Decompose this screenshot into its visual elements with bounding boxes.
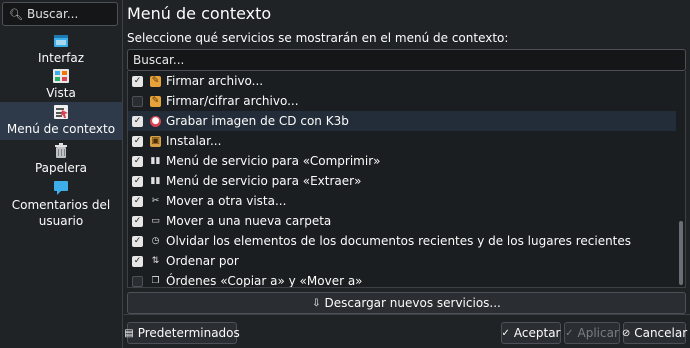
encrypt-icon: ✎ — [150, 95, 161, 107]
checkbox[interactable] — [132, 275, 143, 287]
k3b-disc-icon: ● — [150, 115, 161, 127]
sidebar-item-interfaz[interactable]: Interfaz — [0, 31, 122, 65]
list-item-label: Ordenar por — [166, 254, 239, 268]
sidebar-item-label: Papelera — [34, 161, 88, 175]
list-item-label: Menú de servicio para «Extraer» — [166, 174, 362, 188]
trash-icon — [53, 143, 69, 159]
check-icon: ✓ — [565, 327, 574, 339]
description-label: Seleccione qué servicios se mostrarán en… — [127, 31, 509, 45]
install-package-icon: ▣ — [150, 135, 161, 147]
defaults-label: Predeterminados — [137, 326, 240, 340]
search-icon: 🔍︎ — [9, 7, 23, 21]
list-item[interactable]: ✓ ▭ Mover a una nueva carpeta — [128, 211, 676, 231]
folder-window-icon — [53, 33, 69, 49]
context-menu-icon — [53, 104, 69, 120]
list-item[interactable]: ✓ ● Grabar imagen de CD con K3b — [128, 111, 676, 131]
apply-label: Aplicar — [577, 326, 619, 340]
cut-icon: ✂ — [151, 196, 160, 206]
view-grid-icon — [53, 68, 69, 84]
sidebar-item-vista[interactable]: Vista — [0, 66, 122, 102]
list-item[interactable]: ✓ ▮▮ Menú de servicio para «Extraer» — [128, 171, 676, 191]
page-title: Menú de contexto — [127, 4, 272, 23]
sidebar-search-field[interactable]: 🔍︎ — [2, 2, 118, 26]
apply-button[interactable]: ✓ Aplicar — [564, 322, 620, 344]
sidebar-item-menu-de-contexto[interactable]: Menú de contexto — [0, 102, 122, 140]
list-item[interactable]: ✓ ▮▮ Menú de servicio para «Comprimir» — [128, 151, 676, 171]
scrollbar[interactable] — [679, 221, 683, 285]
download-icon: ⇩ — [312, 297, 321, 309]
list-item[interactable]: ✓ ⇅ Ordenar por — [128, 251, 676, 271]
sidebar-item-papelera[interactable]: Papelera — [0, 141, 122, 177]
cancel-icon: ⊘ — [621, 327, 631, 339]
list-item[interactable]: ✓ ✎ Firmar archivo... — [128, 71, 676, 91]
list-item[interactable]: ✓ ▣ Instalar... — [128, 131, 676, 151]
list-item[interactable]: ❐ Órdenes «Copiar a» y «Mover a» — [128, 271, 676, 288]
sort-icon: ⇅ — [151, 256, 160, 266]
service-list: ✓ ✎ Firmar archivo... ✎ Firmar/cifrar ar… — [127, 71, 686, 288]
sidebar-item-label: Vista — [46, 86, 76, 100]
document-defaults-icon: ▤ — [124, 327, 134, 339]
service-filter-input[interactable] — [128, 50, 668, 70]
checkbox[interactable]: ✓ — [132, 75, 143, 87]
checkbox[interactable] — [132, 95, 143, 107]
sidebar-item-comentarios[interactable]: Comentarios del usuario — [0, 178, 122, 230]
sidebar-item-label: Menú de contexto — [6, 122, 116, 136]
download-services-label: Descargar nuevos servicios... — [324, 296, 501, 310]
copy-icon: ❐ — [151, 276, 160, 286]
list-item-label: Mover a otra vista... — [166, 194, 287, 208]
divider — [124, 314, 690, 315]
sidebar-search-input[interactable] — [26, 7, 117, 21]
sidebar-item-label: Comentarios del usuario — [11, 198, 111, 228]
list-item[interactable]: ✓ ◷ Olvidar los elementos de los documen… — [128, 231, 676, 251]
ok-label: Aceptar — [513, 326, 561, 340]
cancel-button[interactable]: ⊘ Cancelar — [621, 322, 688, 344]
list-item-label: Olvidar los elementos de los documentos … — [166, 234, 632, 248]
checkbox[interactable]: ✓ — [132, 215, 143, 227]
list-item-label: Instalar... — [166, 134, 222, 148]
check-icon: ✓ — [501, 327, 510, 339]
list-item-label: Menú de servicio para «Comprimir» — [166, 154, 381, 168]
sidebar-item-label: Interfaz — [37, 51, 85, 65]
checkbox[interactable]: ✓ — [132, 235, 143, 247]
checkbox[interactable]: ✓ — [132, 135, 143, 147]
list-item-label: Mover a una nueva carpeta — [166, 214, 332, 228]
ok-button[interactable]: ✓ Aceptar — [501, 322, 561, 344]
sign-icon: ✎ — [150, 75, 161, 87]
checkbox[interactable]: ✓ — [132, 195, 143, 207]
checkbox[interactable]: ✓ — [132, 115, 143, 127]
list-item[interactable]: ✎ Firmar/cifrar archivo... — [128, 91, 676, 111]
checkbox[interactable]: ✓ — [132, 255, 143, 267]
archive-compress-icon: ▮▮ — [150, 156, 161, 166]
checkbox[interactable]: ✓ — [132, 175, 143, 187]
service-filter-field[interactable] — [127, 49, 686, 71]
list-item-label: Órdenes «Copiar a» y «Mover a» — [166, 274, 363, 288]
new-folder-icon: ▭ — [151, 216, 160, 226]
list-item-label: Firmar archivo... — [166, 74, 264, 88]
download-services-button[interactable]: ⇩ Descargar nuevos servicios... — [127, 292, 686, 314]
forget-icon: ◷ — [151, 236, 160, 246]
list-item-label: Grabar imagen de CD con K3b — [166, 114, 349, 128]
list-item[interactable]: ✓ ✂ Mover a otra vista... — [128, 191, 676, 211]
list-item-label: Firmar/cifrar archivo... — [166, 94, 299, 108]
checkbox[interactable]: ✓ — [132, 155, 143, 167]
chat-bubble-icon — [53, 180, 69, 196]
sidebar: 🔍︎ Interfaz Vista Menú de contexto Papel… — [0, 0, 123, 348]
defaults-button[interactable]: ▤ Predeterminados — [124, 322, 240, 344]
archive-extract-icon: ▮▮ — [150, 176, 161, 186]
cancel-label: Cancelar — [634, 326, 688, 340]
